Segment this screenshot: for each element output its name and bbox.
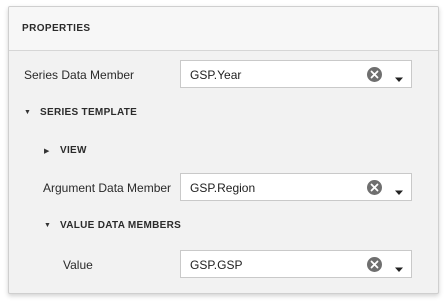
chevron-down-icon[interactable] <box>393 261 405 272</box>
view-section[interactable]: ▶ VIEW <box>44 145 87 156</box>
series-data-member-value: GSP.Year <box>190 68 242 82</box>
triangle-right-icon: ▶ <box>44 147 50 155</box>
chevron-down-icon[interactable] <box>393 184 405 195</box>
triangle-down-icon: ▼ <box>24 109 32 116</box>
argument-data-member-combobox[interactable]: GSP.Region <box>180 173 412 201</box>
series-data-member-label: Series Data Member <box>24 68 135 82</box>
panel-header: PROPERTIES <box>9 7 438 51</box>
series-template-section[interactable]: ▼ SERIES TEMPLATE <box>24 107 137 118</box>
properties-panel: PROPERTIES Series Data Member GSP.Year ▼… <box>8 6 439 294</box>
value-combobox[interactable]: GSP.GSP <box>180 250 412 278</box>
value-label: Value <box>63 258 93 272</box>
argument-data-member-value: GSP.Region <box>190 181 256 195</box>
clear-icon[interactable] <box>367 67 382 82</box>
chevron-down-icon[interactable] <box>393 71 405 82</box>
value-value: GSP.GSP <box>190 258 243 272</box>
clear-icon[interactable] <box>367 257 382 272</box>
clear-icon[interactable] <box>367 180 382 195</box>
series-data-member-combobox[interactable]: GSP.Year <box>180 60 412 88</box>
triangle-down-icon: ▼ <box>44 222 52 229</box>
series-template-label: SERIES TEMPLATE <box>40 107 138 118</box>
panel-title: PROPERTIES <box>22 23 91 34</box>
value-data-members-section[interactable]: ▼ VALUE DATA MEMBERS <box>44 220 181 231</box>
view-label: VIEW <box>60 145 87 156</box>
argument-data-member-label: Argument Data Member <box>43 181 172 195</box>
value-data-members-label: VALUE DATA MEMBERS <box>60 220 182 231</box>
